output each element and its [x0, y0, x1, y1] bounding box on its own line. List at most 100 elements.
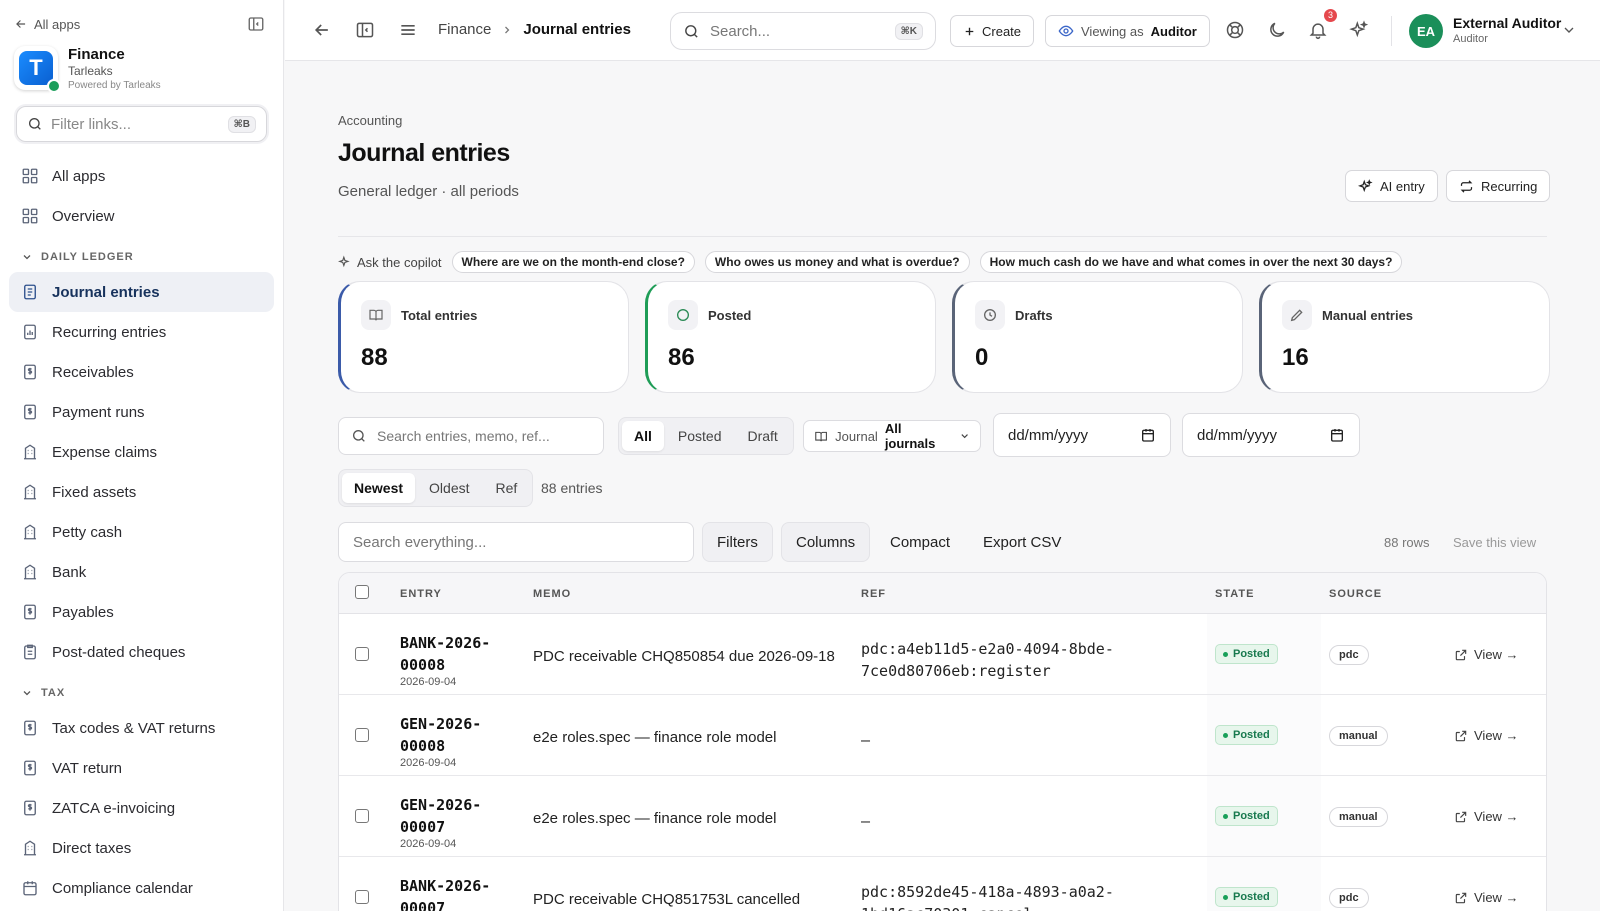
columns-button[interactable]: Columns — [781, 522, 871, 562]
source-badge: pdc — [1329, 888, 1369, 908]
tab-draft[interactable]: Draft — [735, 421, 789, 451]
help-button[interactable] — [1225, 20, 1245, 40]
viewing-as-button[interactable]: Viewing as Auditor — [1045, 15, 1210, 47]
table-row[interactable]: GEN-2026-00008 2026-09-04 e2e roles.spec… — [339, 695, 1546, 776]
entry-id[interactable]: GEN-2026-00007 — [400, 794, 510, 838]
row-checkbox[interactable] — [355, 890, 369, 904]
sidebar-item-fixed-assets[interactable]: Fixed assets — [9, 472, 274, 512]
copilot-prompt-chip[interactable]: Who owes us money and what is overdue? — [704, 251, 970, 273]
toggle-panel-button[interactable] — [355, 20, 375, 40]
sort-newest[interactable]: Newest — [342, 473, 416, 503]
all-apps-link[interactable]: All apps — [14, 17, 80, 32]
theme-toggle-button[interactable] — [1267, 20, 1287, 40]
powered-by: Powered by Tarleaks — [68, 80, 161, 91]
copilot-prompt-chip[interactable]: Where are we on the month-end close? — [451, 251, 695, 273]
menu-button[interactable] — [398, 20, 418, 40]
col-state[interactable]: STATE — [1215, 588, 1254, 600]
create-label: Create — [982, 23, 1022, 39]
section-toggle-daily-ledger[interactable]: DAILY LEDGER — [9, 236, 274, 272]
sidebar-item-journal-entries[interactable]: Journal entries — [9, 272, 274, 312]
table-row[interactable]: BANK-2026-00007 PDC receivable CHQ851753… — [339, 857, 1546, 911]
breadcrumb-finance[interactable]: Finance — [438, 21, 491, 38]
filter-links-input[interactable]: Filter links... ⌘B — [16, 106, 267, 142]
entry-date: 2026-09-04 — [400, 838, 457, 850]
date-from-placeholder: dd/mm/yyyy — [1008, 426, 1089, 444]
view-link[interactable]: View → — [1454, 890, 1519, 905]
entry-date: 2026-09-04 — [400, 757, 457, 769]
table-search-input[interactable]: Search everything... — [338, 522, 694, 562]
copilot-prompt-chip[interactable]: How much cash do we have and what comes … — [979, 251, 1403, 273]
section-toggle-tax[interactable]: TAX — [9, 672, 274, 708]
sidebar-nav: All apps Overview DAILY LEDGER Journal e… — [0, 142, 283, 908]
entries-search-input[interactable]: Search entries, memo, ref... — [338, 417, 604, 455]
create-button[interactable]: Create — [950, 15, 1035, 47]
back-button[interactable] — [312, 20, 332, 40]
entry-id[interactable]: GEN-2026-00008 — [400, 713, 510, 757]
status-badge: Posted — [1215, 806, 1278, 826]
user-menu[interactable]: External Auditor Auditor — [1453, 15, 1561, 47]
col-entry[interactable]: ENTRY — [400, 588, 442, 600]
sidebar-item-compliance-calendar[interactable]: Compliance calendar — [9, 868, 274, 908]
select-all-checkbox[interactable] — [355, 585, 369, 599]
sidebar-item-label: Payables — [52, 603, 114, 621]
row-checkbox[interactable] — [355, 647, 369, 661]
row-checkbox[interactable] — [355, 809, 369, 823]
date-to-input[interactable]: dd/mm/yyyy — [1182, 413, 1360, 457]
view-link[interactable]: View → — [1454, 728, 1519, 743]
sidebar-item-label: Petty cash — [52, 523, 123, 541]
filters-button[interactable]: Filters — [702, 522, 773, 562]
sidebar-item-bank[interactable]: Bank — [9, 552, 274, 592]
sidebar-item-payables[interactable]: Payables — [9, 592, 274, 632]
stat-label: Manual entries — [1322, 308, 1414, 323]
journal-icon — [24, 284, 36, 300]
sidebar-item-receivables[interactable]: Receivables — [9, 352, 274, 392]
sort-ref[interactable]: Ref — [484, 473, 530, 503]
sidebar-item-overview[interactable]: Overview — [9, 196, 274, 236]
sidebar-item-direct-taxes[interactable]: Direct taxes — [9, 828, 274, 868]
sidebar-item-payment-runs[interactable]: Payment runs — [9, 392, 274, 432]
sidebar-item-post-dated-cheques[interactable]: Post-dated cheques — [9, 632, 274, 672]
view-link[interactable]: View → — [1454, 647, 1519, 662]
table-row[interactable]: GEN-2026-00007 2026-09-04 e2e roles.spec… — [339, 776, 1546, 857]
row-checkbox[interactable] — [355, 728, 369, 742]
sidebar-item-recurring-entries[interactable]: Recurring entries — [9, 312, 274, 352]
sidebar-item-all-apps[interactable]: All apps — [9, 156, 274, 196]
tab-posted[interactable]: Posted — [666, 421, 734, 451]
tab-all[interactable]: All — [622, 421, 664, 451]
user-menu-toggle[interactable] — [1561, 22, 1577, 38]
global-search-input[interactable]: Search... ⌘K — [670, 12, 936, 50]
col-memo[interactable]: MEMO — [533, 588, 571, 600]
journal-select[interactable]: Journal All journals — [803, 420, 981, 452]
table-row[interactable]: BANK-2026-00008 2026-09-04 PDC receivabl… — [339, 614, 1546, 695]
sidebar-item-vat-return[interactable]: VAT return — [9, 748, 274, 788]
sort-oldest[interactable]: Oldest — [417, 473, 481, 503]
journal-label: Journal — [835, 428, 878, 444]
recurring-button[interactable]: Recurring — [1446, 170, 1551, 202]
sidebar-item-zatca[interactable]: ZATCA e-invoicing — [9, 788, 274, 828]
export-csv-button[interactable]: Export CSV — [969, 522, 1075, 562]
collapse-sidebar-button[interactable] — [247, 15, 265, 33]
entry-id[interactable]: BANK-2026-00008 — [400, 632, 510, 676]
view-link[interactable]: View → — [1454, 809, 1519, 824]
copilot-label: Ask the copilot — [357, 254, 442, 270]
avatar[interactable]: EA — [1409, 14, 1443, 48]
date-from-input[interactable]: dd/mm/yyyy — [993, 413, 1171, 457]
sidebar-item-label: Receivables — [52, 363, 134, 381]
search-icon — [29, 118, 41, 130]
stat-value: 86 — [668, 344, 695, 371]
entry-id[interactable]: BANK-2026-00007 — [400, 875, 510, 911]
compact-button[interactable]: Compact — [876, 522, 964, 562]
save-view-button[interactable]: Save this view — [1453, 535, 1536, 550]
col-source[interactable]: SOURCE — [1329, 588, 1382, 600]
sidebar-item-expense-claims[interactable]: Expense claims — [9, 432, 274, 472]
source-badge: manual — [1329, 807, 1388, 827]
col-ref[interactable]: REF — [861, 588, 886, 600]
ai-entry-button[interactable]: AI entry — [1345, 170, 1438, 202]
ai-assistant-button[interactable] — [1349, 20, 1369, 40]
sidebar-item-petty-cash[interactable]: Petty cash — [9, 512, 274, 552]
divider — [338, 236, 1547, 237]
notifications-button[interactable] — [1308, 20, 1328, 40]
circle-icon — [668, 300, 698, 330]
sidebar-item-tax-codes[interactable]: Tax codes & VAT returns — [9, 708, 274, 748]
chevron-right-icon — [505, 26, 510, 33]
